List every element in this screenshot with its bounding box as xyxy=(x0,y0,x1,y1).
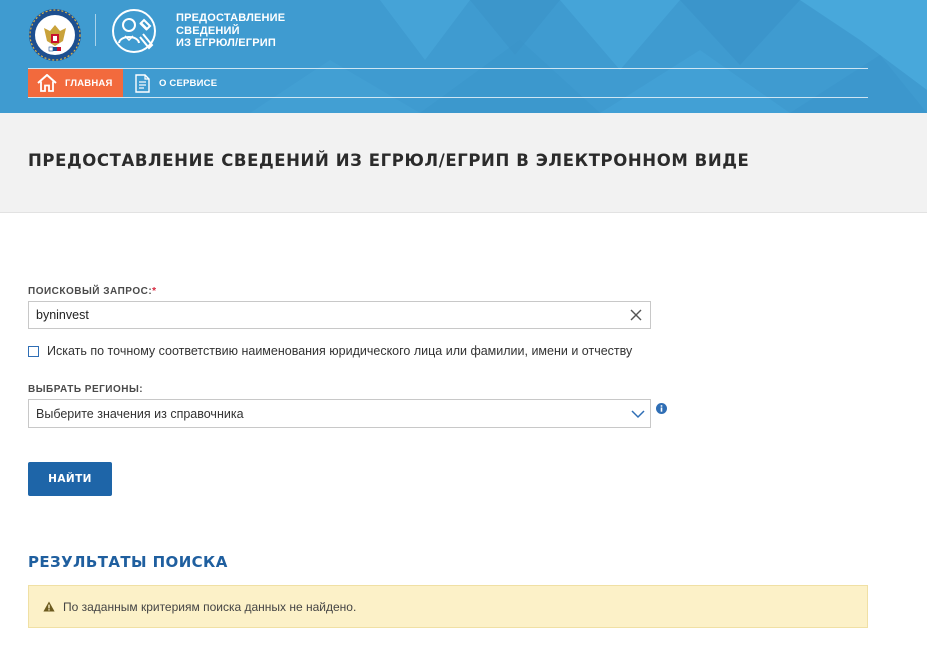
fns-emblem-icon[interactable] xyxy=(28,8,82,62)
no-results-alert: По заданным критериям поиска данных не н… xyxy=(28,585,868,628)
nav-item-about[interactable]: О СЕРВИСЕ xyxy=(132,69,242,97)
service-title-line: ИЗ ЕГРЮЛ/ЕГРИП xyxy=(176,37,276,49)
close-icon[interactable] xyxy=(629,308,643,322)
warning-icon xyxy=(43,601,55,612)
nav-item-home[interactable]: ГЛАВНАЯ xyxy=(28,69,123,97)
regions-select[interactable]: Выберите значения из справочника xyxy=(28,399,651,428)
find-button[interactable]: НАЙТИ xyxy=(28,462,112,496)
nav-item-about-label: О СЕРВИСЕ xyxy=(159,77,218,89)
exact-match-option: Искать по точному соответствию наименова… xyxy=(28,344,632,358)
search-input[interactable] xyxy=(28,301,651,329)
required-mark: * xyxy=(152,286,157,297)
results-title: РЕЗУЛЬТАТЫ ПОИСКА xyxy=(28,553,228,571)
service-title: ПРЕДОСТАВЛЕНИЕ СВЕДЕНИЙ ИЗ ЕГРЮЛ/ЕГРИП xyxy=(176,12,376,50)
page-title: ПРЕДОСТАВЛЕНИЕ СВЕДЕНИЙ ИЗ ЕГРЮЛ/ЕГРИП В… xyxy=(28,151,750,170)
info-icon[interactable] xyxy=(656,403,667,414)
no-results-message: По заданным критериям поиска данных не н… xyxy=(63,599,357,614)
chevron-down-icon xyxy=(631,410,645,419)
service-title-line: СВЕДЕНИЙ xyxy=(176,24,240,37)
query-label-text: ПОИСКОВЫЙ ЗАПРОС: xyxy=(28,286,153,297)
exact-match-checkbox[interactable] xyxy=(28,345,39,357)
site-header: ПРЕДОСТАВЛЕНИЕ СВЕДЕНИЙ ИЗ ЕГРЮЛ/ЕГРИП Г… xyxy=(0,0,927,113)
query-label: ПОИСКОВЫЙ ЗАПРОС:* xyxy=(28,286,157,297)
service-title-line: ПРЕДОСТАВЛЕНИЕ xyxy=(176,12,286,24)
exact-match-label[interactable]: Искать по точному соответствию наименова… xyxy=(47,344,632,358)
nav-divider-bottom xyxy=(28,97,868,98)
regions-label: ВЫБРАТЬ РЕГИОНЫ: xyxy=(28,384,144,395)
page-title-band: ПРЕДОСТАВЛЕНИЕ СВЕДЕНИЙ ИЗ ЕГРЮЛ/ЕГРИП В… xyxy=(0,113,927,213)
logo-divider xyxy=(95,14,96,46)
home-icon xyxy=(37,74,57,92)
document-icon xyxy=(135,73,150,93)
nav-item-home-label: ГЛАВНАЯ xyxy=(65,77,113,89)
service-person-wrench-icon xyxy=(112,9,156,53)
regions-select-placeholder: Выберите значения из справочника xyxy=(36,407,244,421)
